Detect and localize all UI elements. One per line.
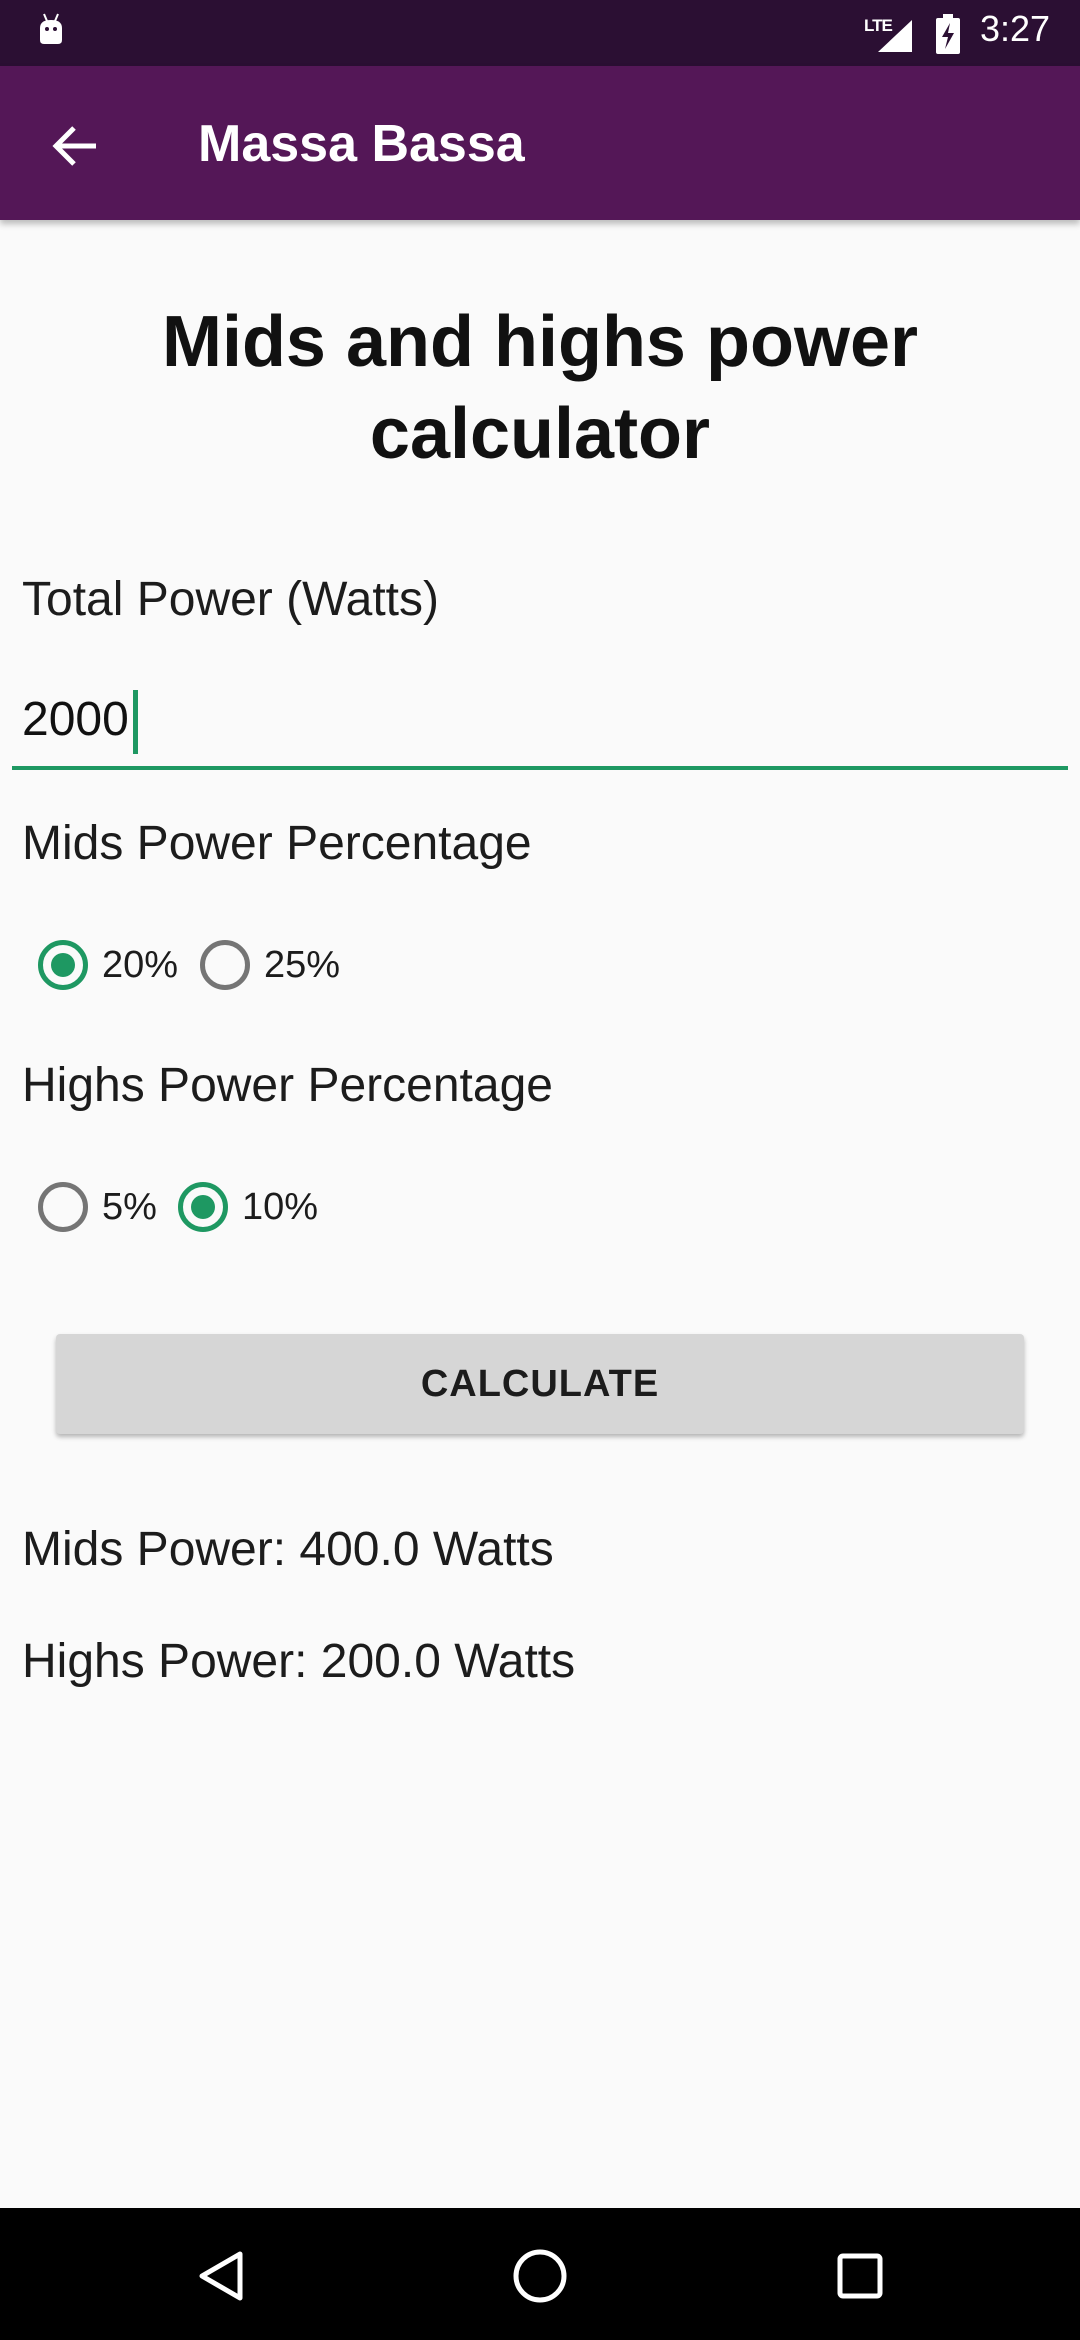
radio-unchecked-icon [200,940,250,990]
mids-radio-25[interactable]: 25% [200,920,340,1010]
radio-label: 20% [102,943,179,986]
radio-checked-icon [178,1182,228,1232]
highs-radio-10[interactable]: 10% [178,1162,318,1252]
navigation-bar [0,2208,1080,2340]
arrow-back-icon [52,126,96,166]
total-power-input[interactable] [12,680,1068,770]
calculate-button[interactable]: CALCULATE [56,1334,1024,1434]
mids-percentage-label: Mids Power Percentage [22,817,532,870]
total-power-value: 2000 [22,693,129,746]
nav-home-icon[interactable] [508,2244,572,2308]
radio-label: 5% [102,1185,157,1228]
radio-label: 25% [264,943,341,986]
android-debug-icon [40,13,62,44]
radio-unchecked-icon [38,1182,88,1232]
highs-radio-5[interactable]: 5% [38,1162,157,1252]
nav-back-icon[interactable] [190,2244,254,2308]
battery-charging-icon [936,14,960,54]
mids-radio-20[interactable]: 20% [38,920,178,1010]
total-power-label: Total Power (Watts) [22,573,439,626]
app-bar: Massa Bassa [0,66,1080,220]
highs-radio-group: 5% 10% [0,1162,1080,1252]
mids-radio-group: 20% 25% [0,920,1080,1010]
text-cursor [133,690,138,754]
page-title: Mids and highs power calculator [161,302,919,474]
back-button[interactable] [40,110,112,182]
radio-label: 10% [242,1185,319,1228]
nav-recents-icon[interactable] [828,2244,892,2308]
status-bar: LTE 3:27 [0,0,1080,66]
mids-power-result: Mids Power: 400.0 Watts [22,1523,554,1576]
signal-icon [878,20,912,52]
app-title: Massa Bassa [198,115,525,173]
highs-power-result: Highs Power: 200.0 Watts [22,1635,576,1688]
highs-percentage-label: Highs Power Percentage [22,1059,553,1112]
clock: 3:27 [980,8,1051,49]
radio-checked-icon [38,940,88,990]
